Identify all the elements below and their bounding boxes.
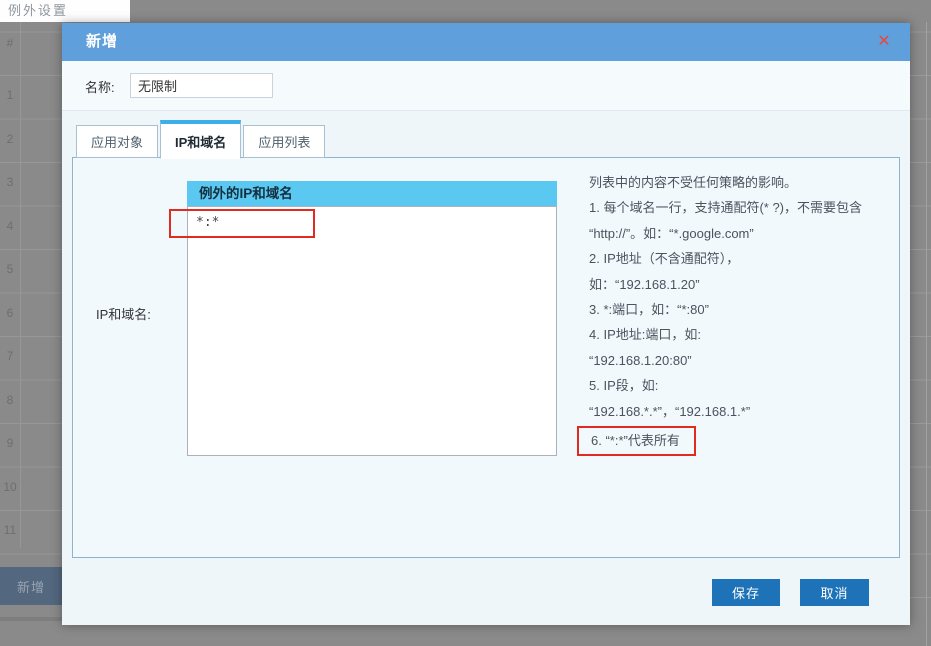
table-row-number: 9 [0, 436, 20, 450]
background-add-button[interactable]: 新增 [0, 567, 62, 605]
help-line: 3. *:端口，如：“*:80” [589, 297, 899, 322]
help-line: “192.168.*.*”，“192.168.1.*” [589, 399, 899, 424]
background-divider [0, 617, 62, 621]
help-line: 4. IP地址:端口，如: [589, 322, 899, 347]
help-line: 如：“192.168.1.20” [589, 272, 899, 297]
list-header: 例外的IP和域名 [187, 181, 557, 206]
save-button[interactable]: 保存 [712, 579, 780, 606]
tab-应用列表[interactable]: 应用列表 [243, 125, 325, 158]
table-row-number: 1 [0, 88, 20, 102]
name-label: 名称: [85, 77, 115, 96]
help-line: “http://”。如：“*.google.com” [589, 221, 899, 246]
background-table: # 1 2 3 4 5 6 7 8 9 10 11 新增 [0, 22, 62, 646]
help-text: 列表中的内容不受任何策略的影响。1. 每个域名一行，支持通配符(* ?)，不需要… [589, 170, 899, 456]
name-input[interactable] [130, 73, 273, 98]
cancel-button[interactable]: 取消 [800, 579, 869, 606]
table-row-number: 8 [0, 393, 20, 407]
table-col-header: # [0, 36, 20, 50]
help-line-annotated: 6. “*:*”代表所有 [577, 426, 696, 456]
table-row-number: 2 [0, 132, 20, 146]
table-column-divider [20, 22, 21, 548]
table-row-number: 3 [0, 175, 20, 189]
name-row: 名称: [62, 61, 910, 111]
tab-panel: IP和域名: 例外的IP和域名 *:* 列表中的内容不受任何策略的影响。1. 每… [72, 157, 900, 558]
ip-domain-textarea[interactable]: *:* [187, 206, 557, 456]
table-row-number: 7 [0, 349, 20, 363]
dialog-titlebar: 新增 ✕ [62, 23, 910, 61]
table-row-number: 11 [0, 523, 20, 537]
tab-IP和域名[interactable]: IP和域名 [160, 120, 241, 159]
help-line: 5. IP段，如: [589, 373, 899, 398]
help-line: 2. IP地址（不含通配符）， [589, 246, 899, 271]
tabs: 应用对象IP和域名应用列表 [76, 121, 327, 158]
close-icon[interactable]: ✕ [874, 32, 894, 52]
breadcrumb: 例外设置 [0, 0, 130, 22]
help-line: 1. 每个域名一行，支持通配符(* ?)，不需要包含 [589, 195, 899, 220]
table-row-number: 6 [0, 306, 20, 320]
add-dialog: 新增 ✕ 名称: 应用对象IP和域名应用列表 IP和域名: 例外的IP和域名 *… [62, 23, 910, 625]
help-line: 列表中的内容不受任何策略的影响。 [589, 170, 899, 195]
ip-domain-label: IP和域名: [96, 304, 151, 323]
tab-应用对象[interactable]: 应用对象 [76, 125, 158, 158]
table-row-number: 10 [0, 480, 20, 494]
dialog-title: 新增 [86, 23, 118, 61]
table-row-number: 4 [0, 219, 20, 233]
table-right-border [926, 22, 927, 646]
help-line: “192.168.1.20:80” [589, 348, 899, 373]
table-row-number: 5 [0, 262, 20, 276]
background-right-strip [910, 22, 931, 646]
